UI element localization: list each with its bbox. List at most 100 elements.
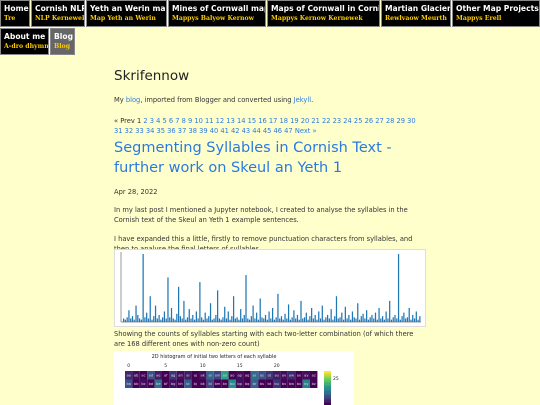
bar (335, 296, 338, 322)
bar (213, 318, 215, 322)
bar (296, 314, 299, 322)
bar (277, 293, 279, 322)
nav-yeth-an-werin-map[interactable]: Yeth an Werin map Map Yeth an Werin (86, 0, 167, 27)
heatmap-title: 2D histogram of initial two letters of e… (152, 354, 277, 360)
bar (381, 316, 384, 322)
colorbar-segment (324, 372, 331, 375)
heatmap-cell-label: ae (156, 374, 161, 378)
bar (272, 307, 274, 322)
x-tick-label: 5 (164, 363, 167, 369)
heatmap-cell-label: bm (215, 382, 221, 386)
bar (406, 317, 409, 322)
heatmap-cell-label: bi (186, 382, 189, 386)
bar (279, 318, 281, 322)
bar (137, 314, 139, 322)
bar (245, 275, 247, 322)
bar (224, 306, 226, 322)
bar (201, 317, 203, 322)
bar (259, 298, 261, 322)
jekyll-link[interactable]: Jekyll (294, 96, 311, 104)
bar (231, 316, 233, 322)
intro-text: , imported from Blogger and converted us… (140, 96, 294, 104)
blog-link[interactable]: blog (126, 96, 140, 104)
bar (234, 318, 236, 322)
bar (243, 314, 245, 322)
bar (318, 311, 320, 322)
nav-label: Home (4, 4, 29, 13)
nav-sublabel: Mappys Kernow Kernewek (271, 15, 363, 22)
bar (215, 314, 217, 322)
colorbar-segment (324, 388, 331, 390)
page-links-line1[interactable]: 2 3 4 5 6 7 8 9 10 11 12 13 14 15 16 17 … (143, 117, 415, 125)
heatmap-cell-label: bd (149, 382, 154, 386)
bar (227, 311, 229, 322)
bar (266, 319, 268, 322)
nav-home[interactable]: Home Tre (0, 0, 30, 27)
bar (332, 319, 334, 322)
bar (378, 307, 380, 322)
heatmap-cell-label: bo (230, 382, 234, 386)
bar (146, 312, 148, 322)
bar (358, 319, 361, 322)
jupyter-notebook-link[interactable]: Jupyter notebook (214, 206, 271, 214)
nav-mines-of-cornwall-maps[interactable]: Mines of Cornwall maps Mappys Balyow Ker… (168, 0, 266, 27)
bar (337, 318, 339, 322)
bar (419, 316, 421, 322)
nav-other-map-projects[interactable]: Other Map Projects Mappys Erell (452, 0, 540, 27)
nav-cornish-nlp[interactable]: Cornish NLP NLP Kernewek (31, 0, 85, 27)
bar (319, 318, 322, 322)
bar (254, 318, 256, 322)
heatmap-cell-label: ac (141, 374, 145, 378)
post-title[interactable]: Segmenting Syllables in Cornish Text - f… (114, 138, 426, 178)
bar (383, 319, 385, 322)
heatmap-cell-label: ai (186, 374, 189, 378)
para-text: In my (114, 206, 135, 214)
colorbar-segment (324, 381, 331, 384)
bar (328, 318, 330, 322)
heatmap-cell-label: bu (274, 382, 279, 386)
nav-blog[interactable]: Blog Blog (50, 28, 75, 55)
colorbar-segment (324, 399, 331, 402)
nav-sublabel: Map Yeth an Werin (90, 15, 156, 22)
colorbar-segment (324, 391, 331, 394)
bar (401, 316, 403, 322)
current-page: 1 (136, 117, 142, 125)
bar (305, 312, 307, 322)
bar (165, 318, 167, 322)
bar (130, 318, 132, 322)
bar (181, 318, 183, 322)
bar (206, 318, 208, 322)
bar (193, 319, 196, 322)
bar (190, 318, 192, 322)
page-links-line2[interactable]: 31 32 33 34 35 36 37 38 39 40 41 42 43 4… (114, 127, 293, 135)
bar (163, 311, 166, 322)
colorbar-segment (324, 384, 331, 387)
colorbar-segment (324, 401, 331, 404)
heatmap-svg: 2D histogram of initial two letters of e… (125, 354, 339, 405)
bar (417, 319, 419, 322)
nav-maps-of-cornwall-in-cornish[interactable]: Maps of Cornwall in Cornish Mappys Kerno… (267, 0, 380, 27)
bar (270, 318, 272, 322)
colorbar-segment (324, 386, 331, 389)
bar (360, 316, 362, 322)
bar (314, 314, 316, 322)
site-title: Skrifennow (114, 68, 190, 84)
heatmap-cell-label: ba (126, 382, 130, 386)
next-page-link[interactable]: Next » (295, 127, 317, 135)
bar (371, 314, 373, 322)
heatmap-cell-label: aj (194, 374, 197, 378)
nav-about-me[interactable]: About me A-dro dhymm (0, 28, 49, 55)
bar (199, 282, 201, 322)
bar (263, 318, 265, 322)
bar (302, 318, 304, 322)
nav-martian-glaciers[interactable]: Martian Glaciers Rewlvaow Meurth (381, 0, 451, 27)
nav-label: Yeth an Werin map (90, 4, 167, 13)
last-post-link[interactable]: last post (135, 206, 164, 214)
bar (186, 317, 189, 322)
bar (241, 318, 244, 322)
heatmap-cell-label: aa (126, 374, 130, 378)
bar (339, 317, 341, 322)
bar (158, 314, 160, 322)
bar (248, 319, 251, 322)
bar (135, 305, 137, 322)
